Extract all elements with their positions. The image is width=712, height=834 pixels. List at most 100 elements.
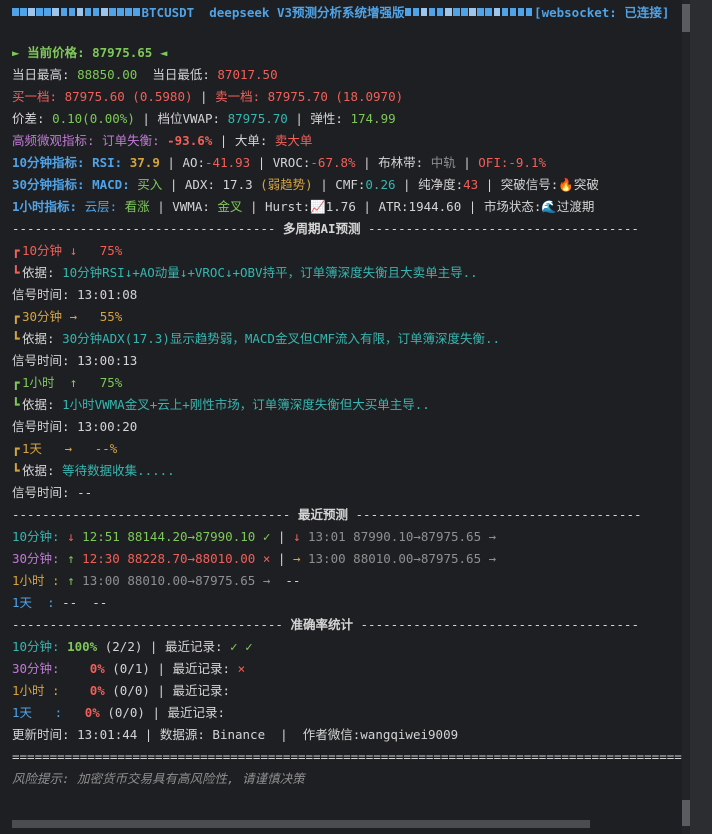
ask-label: 卖一档: (215, 89, 261, 104)
ask-value: 87975.70 (18.0970) (267, 89, 404, 104)
fire-icon: 🔥 (558, 177, 574, 192)
signal-time-label: 信号时间: (12, 287, 70, 302)
cmf-label: CMF: (335, 177, 366, 192)
accuracy-count: (2/2) (104, 639, 143, 654)
order-book-line: 买一档: 87975.60 (0.5980) | 卖一档: 87975.70 (… (12, 89, 404, 104)
risk-warning: 风险提示: 加密货币交易具有高风险性, 请谨慎决策 (12, 771, 305, 786)
prediction-10m-head: ┏ 10分钟 ↓ 75% (12, 243, 123, 258)
header-blocks-left (12, 5, 142, 20)
ind10-label: 10分钟指标: (12, 155, 85, 170)
recent-prices: 88010.00→87975.65 (353, 551, 482, 566)
chart-up-icon: 📈 (310, 199, 326, 214)
horizontal-scrollbar[interactable] (12, 820, 590, 828)
right-gutter (690, 0, 712, 834)
prediction-period: 1小时 (22, 375, 55, 390)
recent-dir: → (292, 551, 301, 566)
current-price-value: 87975.65 (92, 45, 153, 60)
section-title-accuracy: 准确率统计 (290, 617, 353, 632)
recent-prices: -- (285, 573, 301, 588)
prediction-30m-time: 信号时间: 13:00:13 (12, 350, 682, 372)
recent-time: 13:01 (308, 529, 346, 544)
section-recent: ------------------------------------- 最近… (12, 507, 642, 522)
recent-10m: 10分钟: ↓ 12:51 88144.20→87990.10 ✓ | ↓ 13… (12, 529, 497, 544)
spread-line: 价差: 0.10(0.00%) | 档位VWAP: 87975.70 | 弹性:… (12, 111, 396, 126)
recent-dir: ↑ (67, 573, 75, 588)
accuracy-period-label: 1小时 : (12, 683, 60, 698)
daily-high-label: 当日最高: (12, 67, 70, 82)
hurst-value: 1.76 (325, 199, 356, 214)
signal-time-label: 信号时间: (12, 353, 70, 368)
vertical-scrollbar-thumb[interactable] (682, 4, 690, 32)
prediction-30m-head: ┏ 30分钟 → 55% (12, 309, 123, 324)
elastic-label: 弹性: (310, 111, 343, 126)
ind30-label: 30分钟指标: (12, 177, 85, 192)
hurst-label: Hurst: (265, 199, 311, 214)
header-blocks-right (404, 5, 535, 20)
high-frequency-line: 高频微观指标: 订单失衡: -93.6% | 大单: 卖大单 (12, 133, 313, 148)
prediction-probability: 75% (99, 375, 123, 390)
indicators-1h-line: 1小时指标: 云层: 看涨 | VWMA: 金叉 | Hurst:📈1.76 |… (12, 199, 595, 214)
vertical-scrollbar-track[interactable] (682, 0, 690, 834)
signal-time-value: 13:00:20 (77, 419, 138, 434)
recent-period-label: 30分钟: (12, 551, 60, 566)
accuracy-count: (0/1) (112, 661, 150, 676)
rsi-label: RSI: (92, 155, 123, 170)
prediction-1d-time: 信号时间: -- (12, 482, 682, 504)
hf-label: 高频微观指标: (12, 133, 95, 148)
breakout-label: 突破信号: (500, 177, 559, 192)
recent-1d: 1天 : -- -- (12, 592, 682, 614)
pending-arrow-icon: → (488, 551, 497, 566)
basis-text: 10分钟RSI↓+AO动量↓+VROC↓+OBV持平，订单簿深度失衡且大卖单主导… (62, 265, 478, 280)
adx-label: ADX: (184, 177, 215, 192)
recent-records-label: 最近记录: (164, 639, 223, 654)
bid-label: 买一档: (12, 89, 58, 104)
bigorder-value: 卖大单 (274, 133, 313, 148)
recent-prices: 87990.10→87975.65 (353, 529, 482, 544)
cross-icon: × (237, 661, 246, 676)
accuracy-30m: 30分钟: 0% (0/1) | 最近记录: × (12, 661, 246, 676)
imbalance-value: -93.6% (167, 133, 213, 148)
prediction-10m-time: 信号时间: 13:01:08 (12, 284, 682, 306)
ao-label: AO: (182, 155, 206, 170)
bid-value: 87975.60 (0.5980) (64, 89, 193, 104)
vwap-label: 档位VWAP: (157, 111, 221, 126)
vwap-value: 87975.70 (227, 111, 288, 126)
recent-period-label: 1天 : (12, 595, 55, 610)
prediction-period: 1天 (22, 441, 43, 456)
accuracy-percent: 0% (89, 661, 105, 676)
vertical-scrollbar-thumb-bottom[interactable] (682, 800, 690, 826)
vwma-label: VWMA: (172, 199, 210, 214)
daily-range-line: 当日最高: 88850.00 当日最低: 87017.50 (12, 64, 682, 86)
basis-label: 依据: (22, 331, 55, 346)
update-time-value: 13:01:44 (77, 727, 138, 742)
imbalance-label: 订单失衡: (102, 133, 160, 148)
recent-records-label: 最近记录: (167, 705, 226, 720)
accuracy-period-label: 1天 : (12, 705, 63, 720)
recent-records-label: 最近记录: (172, 661, 231, 676)
check-icon: ✓ ✓ (230, 639, 253, 654)
market-value: 过渡期 (556, 199, 595, 214)
accuracy-count: (0/0) (107, 705, 145, 720)
daily-high-value: 88850.00 (77, 67, 138, 82)
prediction-direction: ↑ (69, 375, 78, 390)
bigorder-label: 大单: (234, 133, 268, 148)
purity-value: 43 (463, 177, 479, 192)
current-price-line: ► 当前价格: 87975.65 ◄ (12, 42, 682, 64)
signal-time-value: -- (77, 485, 93, 500)
prediction-1h-time: 信号时间: 13:00:20 (12, 416, 682, 438)
basis-text: 等待数据收集..... (62, 463, 175, 478)
app-header: BTCUSDT deepseek V3预测分析系统增强版 [websocket: … (12, 2, 688, 20)
signal-time-value: 13:01:08 (77, 287, 138, 302)
rsi-value: 37.9 (129, 155, 160, 170)
atr-value: 1944.60 (408, 199, 462, 214)
prediction-direction: ↓ (69, 243, 78, 258)
recent-prices: 88010.00→87975.65 (127, 573, 256, 588)
prediction-probability: --% (94, 441, 118, 456)
footer-divider: ========================================… (12, 749, 682, 764)
current-price-label: 当前价格: (27, 45, 85, 60)
basis-text: 1小时VWMA金叉+云上+刚性市场，订单簿深度失衡但大买单主导.. (62, 397, 430, 412)
prediction-probability: 75% (99, 243, 123, 258)
vroc-label: VROC: (272, 155, 311, 170)
author-value: wangqiwei9009 (360, 727, 459, 742)
header-title: deepseek V3预测分析系统增强版 (209, 5, 405, 20)
